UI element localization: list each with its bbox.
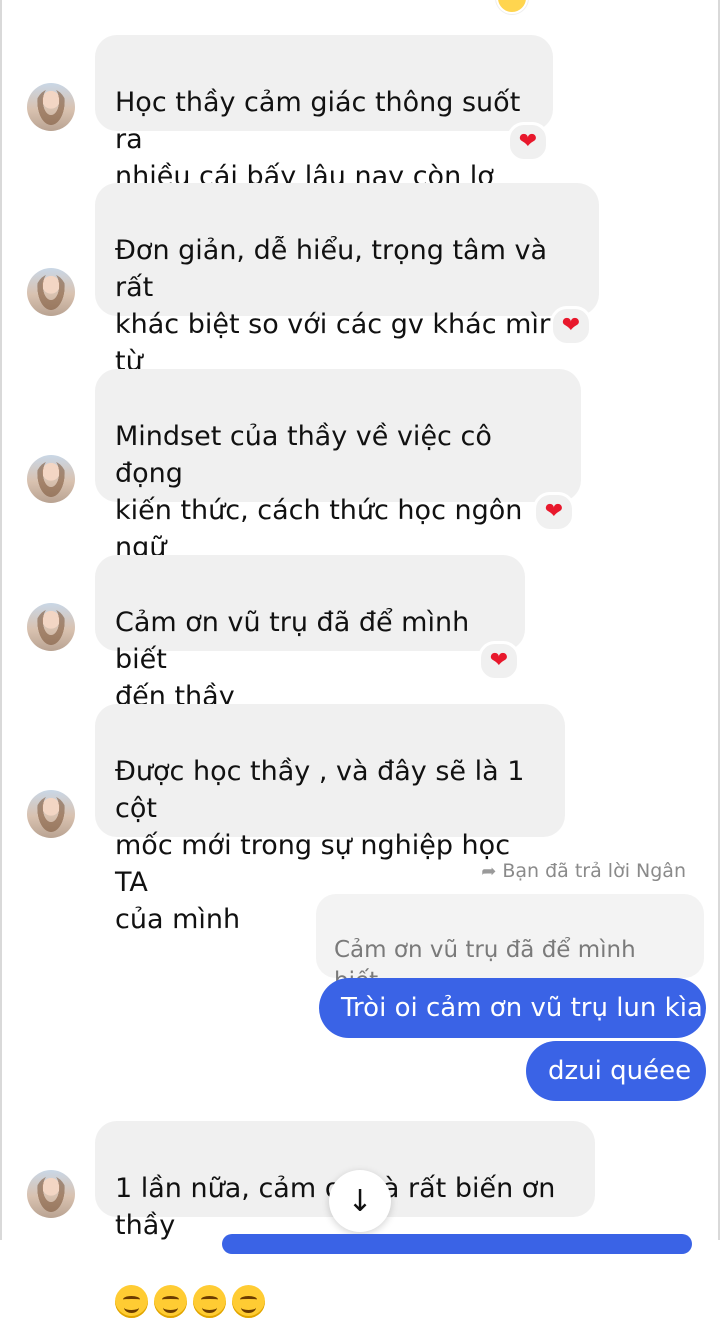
heart-reaction-icon[interactable]: ❤ [533, 492, 575, 532]
heart-icon: ❤ [489, 648, 509, 673]
emoji-row [115, 1285, 265, 1318]
sender-avatar[interactable] [27, 268, 75, 316]
sender-avatar[interactable] [27, 1170, 75, 1218]
sender-avatar[interactable] [27, 83, 75, 131]
left-edge [0, 0, 2, 1240]
heart-reaction-icon[interactable]: ❤ [550, 306, 592, 346]
sent-message-bubble[interactable]: Tròi oi cảm ơn vũ trụ lun kìa [319, 978, 706, 1038]
sender-avatar[interactable] [27, 790, 75, 838]
heart-icon: ❤ [518, 129, 538, 154]
heart-icon: ❤ [544, 499, 564, 524]
message-text: Cảm ơn vũ trụ đã để mình biết đến thầy [115, 607, 470, 712]
heart-reaction-icon[interactable]: ❤ [478, 641, 520, 681]
received-message-bubble[interactable]: Đơn giản, dễ hiểu, trọng tâm và rất khác… [95, 183, 599, 414]
smiley-emoji-icon [154, 1285, 187, 1318]
received-message-bubble[interactable]: Được học thầy , và đây sẽ là 1 cột mốc m… [95, 704, 565, 935]
received-message-bubble[interactable]: Cảm ơn vũ trụ đã để mình biết đến thầy [95, 555, 525, 712]
sender-avatar[interactable] [27, 603, 75, 651]
heart-icon: ❤ [561, 313, 581, 338]
partial-sent-bubble [222, 1234, 692, 1254]
received-message-bubble[interactable]: Mindset của thầy về việc cô đọng kiến th… [95, 369, 581, 600]
sent-message-bubble[interactable]: dzui quéee [526, 1041, 706, 1101]
sent-text: Tròi oi cảm ơn vũ trụ lun kìa [341, 993, 703, 1023]
sender-avatar[interactable] [27, 455, 75, 503]
reply-label-text: Bạn đã trả lời Ngân [502, 860, 686, 882]
smiley-emoji-icon [115, 1285, 148, 1318]
reply-context-label: ➦ Bạn đã trả lời Ngân [481, 859, 686, 884]
smiley-emoji-icon [232, 1285, 265, 1318]
smiley-emoji-icon [193, 1285, 226, 1318]
received-message-bubble[interactable]: Học thầy cảm giác thông suốt ra nhiều cá… [95, 35, 553, 229]
arrow-down-icon: ↓ [347, 1183, 373, 1219]
partial-smiley-emoji [496, 0, 528, 14]
scroll-to-bottom-button[interactable]: ↓ [329, 1170, 391, 1232]
quoted-message-bubble[interactable]: Cảm ơn vũ trụ đã để mình biết đến thầy [316, 894, 704, 1025]
reply-arrow-icon: ➦ [481, 861, 497, 882]
heart-reaction-icon[interactable]: ❤ [507, 122, 549, 162]
sent-text: dzui quéee [548, 1056, 692, 1086]
